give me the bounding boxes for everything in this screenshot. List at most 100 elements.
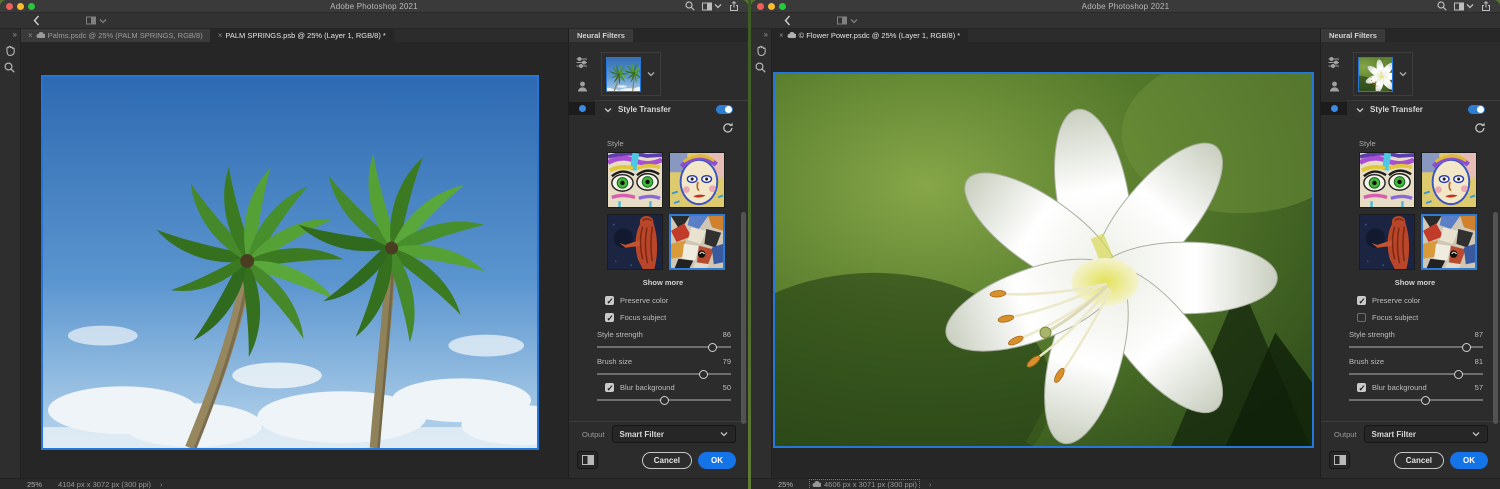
canvas-image-palms[interactable] — [41, 75, 539, 450]
slider-track[interactable] — [1349, 373, 1483, 375]
slider-knob[interactable] — [1454, 370, 1463, 379]
document-dimensions[interactable]: 4104 px x 3072 px (300 ppi) — [58, 480, 151, 489]
ok-button[interactable]: OK — [1450, 452, 1488, 469]
titlebar: Adobe Photoshop 2021 — [0, 0, 748, 13]
document-dimensions[interactable]: 4606 px x 3071 px (300 ppi) — [809, 479, 920, 489]
close-tab-icon[interactable]: × — [28, 32, 33, 40]
panel-scrollbar[interactable] — [741, 212, 746, 424]
status-chevron-icon[interactable]: › — [929, 480, 932, 489]
style-thumbnail-portrait[interactable] — [669, 152, 725, 208]
preserve-color-checkbox[interactable] — [605, 296, 614, 305]
chevron-down-icon[interactable] — [647, 71, 655, 77]
slider-knob[interactable] — [660, 396, 669, 405]
slider-track[interactable] — [597, 373, 731, 375]
output-select[interactable]: Smart Filter — [612, 425, 736, 443]
share-icon[interactable] — [1481, 1, 1491, 11]
portrait-filters-icon[interactable] — [1321, 78, 1347, 95]
document-tab-active[interactable]: × © Flower Power.psdc @ 25% (Layer 1, RG… — [772, 29, 968, 42]
hand-tool-icon[interactable] — [4, 44, 17, 57]
slider-knob[interactable] — [1462, 343, 1471, 352]
cloud-document-icon — [787, 32, 796, 39]
style-thumbnail-portrait[interactable] — [1421, 152, 1477, 208]
tool-options[interactable] — [837, 16, 858, 25]
zoom-tool-icon[interactable] — [755, 62, 767, 74]
filter-enabled-toggle[interactable] — [1468, 105, 1485, 114]
minimize-window-button[interactable] — [768, 3, 775, 10]
panel-tab[interactable]: Neural Filters — [569, 29, 633, 42]
all-filters-icon[interactable] — [1321, 54, 1347, 71]
divider — [1347, 100, 1500, 101]
show-more-link[interactable]: Show more — [595, 278, 731, 287]
close-tab-icon[interactable]: × — [218, 32, 223, 40]
preview-toggle-button[interactable] — [1329, 451, 1350, 469]
zoom-level[interactable]: 25% — [778, 480, 793, 489]
zoom-level[interactable]: 25% — [27, 480, 42, 489]
image-preview-thumbnail[interactable] — [1358, 57, 1393, 92]
close-window-button[interactable] — [6, 3, 13, 10]
close-window-button[interactable] — [757, 3, 764, 10]
reset-filter-button[interactable] — [722, 122, 733, 133]
blur-background-checkbox[interactable] — [1357, 383, 1366, 392]
tool-options[interactable] — [86, 16, 107, 25]
style-strength-value: 87 — [1475, 330, 1483, 339]
minimize-window-button[interactable] — [17, 3, 24, 10]
status-chevron-icon[interactable]: › — [160, 480, 163, 489]
search-icon[interactable] — [685, 1, 695, 11]
preview-toggle-button[interactable] — [577, 451, 598, 469]
panel-tab[interactable]: Neural Filters — [1321, 29, 1385, 42]
style-thumbnail-figure[interactable] — [607, 214, 663, 270]
brush-size-label: Brush size — [597, 357, 632, 366]
style-thumbnail-collage[interactable] — [1421, 214, 1477, 270]
chevron-down-icon[interactable] — [1399, 71, 1407, 77]
filter-enabled-toggle[interactable] — [716, 105, 733, 114]
cancel-button[interactable]: Cancel — [1394, 452, 1444, 469]
slider-knob[interactable] — [699, 370, 708, 379]
back-button[interactable] — [33, 15, 40, 26]
blur-background-checkbox[interactable] — [605, 383, 614, 392]
blur-background-slider — [1349, 394, 1483, 406]
workspace-switcher[interactable] — [1454, 2, 1474, 11]
hand-tool-icon[interactable] — [755, 44, 768, 57]
canvas-pasteboard — [772, 42, 1320, 478]
active-filter-dot[interactable] — [569, 102, 595, 115]
all-filters-icon[interactable] — [569, 54, 595, 71]
reset-filter-button[interactable] — [1474, 122, 1485, 133]
back-button[interactable] — [784, 15, 791, 26]
zoom-window-button[interactable] — [28, 3, 35, 10]
close-tab-icon[interactable]: × — [779, 32, 784, 40]
slider-knob[interactable] — [1421, 396, 1430, 405]
ok-button[interactable]: OK — [698, 452, 736, 469]
active-filter-dot[interactable] — [1321, 102, 1347, 115]
focus-subject-label: Focus subject — [1372, 313, 1418, 322]
style-thumbnail-eyes[interactable] — [1359, 152, 1415, 208]
image-preview-thumbnail[interactable] — [606, 57, 641, 92]
style-thumbnail-figure[interactable] — [1359, 214, 1415, 270]
output-select[interactable]: Smart Filter — [1364, 425, 1488, 443]
panel-scrollbar[interactable] — [1493, 212, 1498, 424]
zoom-tool-icon[interactable] — [4, 62, 16, 74]
cancel-button[interactable]: Cancel — [642, 452, 692, 469]
style-thumbnail-eyes[interactable] — [607, 152, 663, 208]
focus-subject-checkbox[interactable] — [605, 313, 614, 322]
share-icon[interactable] — [729, 1, 739, 11]
lily-photo — [775, 74, 1312, 446]
document-tab-active[interactable]: × PALM SPRINGS.psb @ 25% (Layer 1, RGB/8… — [211, 29, 394, 42]
focus-subject-checkbox[interactable] — [1357, 313, 1366, 322]
preserve-color-row: Preserve color — [1357, 296, 1483, 305]
canvas-image-lily[interactable] — [773, 72, 1314, 448]
chevron-down-icon[interactable] — [1356, 107, 1364, 113]
preserve-color-checkbox[interactable] — [1357, 296, 1366, 305]
slider-knob[interactable] — [708, 343, 717, 352]
portrait-filters-icon[interactable] — [569, 78, 595, 95]
tool-strip: » — [751, 29, 772, 478]
workspace-switcher[interactable] — [702, 2, 722, 11]
collapse-panel-icon[interactable]: » — [13, 30, 20, 39]
style-thumbnail-collage[interactable] — [669, 214, 725, 270]
zoom-window-button[interactable] — [779, 3, 786, 10]
slider-track[interactable] — [1349, 399, 1483, 401]
collapse-panel-icon[interactable]: » — [764, 30, 771, 39]
document-tab[interactable]: × Palms.psdc @ 25% (PALM SPRINGS, RGB/8) — [21, 29, 211, 42]
show-more-link[interactable]: Show more — [1347, 278, 1483, 287]
chevron-down-icon[interactable] — [604, 107, 612, 113]
search-icon[interactable] — [1437, 1, 1447, 11]
